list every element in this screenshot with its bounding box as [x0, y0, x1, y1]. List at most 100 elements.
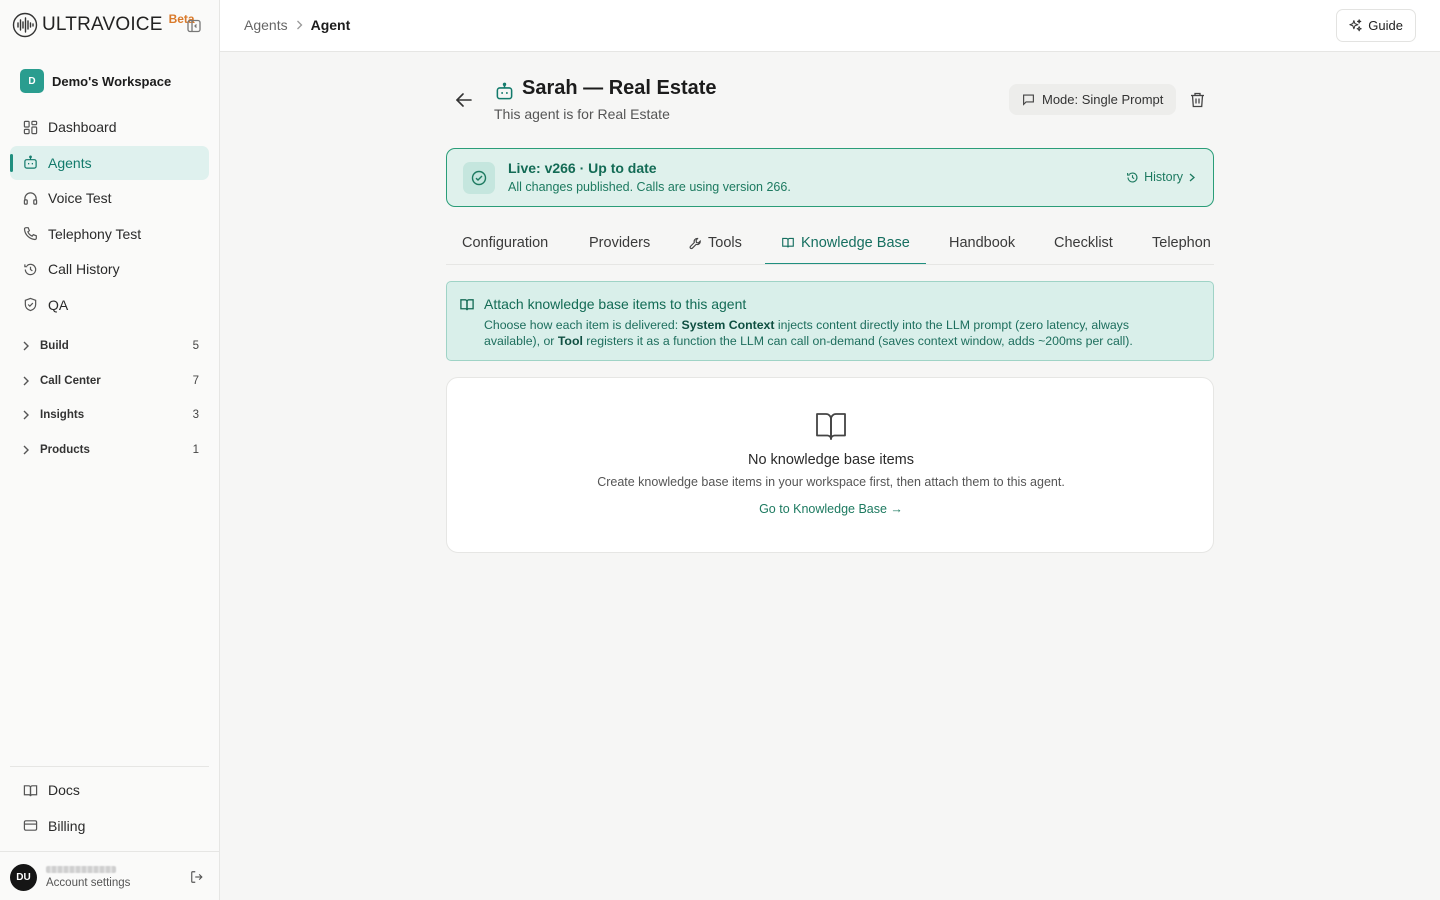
topbar: Agents Agent Guide [220, 0, 1440, 52]
trash-icon[interactable] [1188, 91, 1206, 109]
workspace-name: Demo's Workspace [52, 73, 172, 89]
kb-info-title: Attach knowledge base items to this agen… [484, 296, 747, 312]
live-status-title: Live: v266 · Up to date [508, 160, 657, 176]
nav-group-count: 3 [192, 409, 199, 422]
logout-icon[interactable] [189, 869, 205, 885]
mode-button[interactable]: Mode: Single Prompt [1009, 84, 1177, 115]
history-icon [1126, 171, 1139, 184]
nav-label-docs: Docs [48, 782, 80, 798]
nav-label-dashboard: Dashboard [48, 119, 117, 135]
bot-icon [22, 155, 38, 171]
sparkles-icon [1349, 19, 1363, 32]
empty-state-description: Create knowledge base items in your work… [597, 475, 1065, 489]
tab-label: Tools [708, 235, 742, 251]
phone-icon [22, 226, 38, 242]
history-button[interactable]: History [1126, 170, 1195, 184]
nav-group-label: Insights [40, 409, 85, 422]
tab-label: Knowledge Base [801, 234, 910, 251]
nav-group-label: Call Center [40, 374, 101, 387]
chevron-right-icon [22, 410, 32, 420]
page-subtitle: This agent is for Real Estate [494, 106, 670, 122]
nav-group-label: Products [40, 443, 90, 456]
nav-label-billing: Billing [48, 817, 86, 834]
dashboard-icon [22, 119, 38, 135]
message-square-icon [1022, 93, 1035, 106]
kb-info-callout: Attach knowledge base items to this agen… [446, 281, 1214, 361]
wrench-icon [689, 237, 702, 250]
kb-info-bold-system-context: System Context [681, 318, 775, 332]
workspace-avatar: D [20, 69, 44, 93]
breadcrumb-current: Agent [310, 17, 351, 33]
tab-tools[interactable]: Tools [673, 222, 758, 264]
chevron-right-icon [1189, 173, 1195, 182]
nav-label-call-history: Call History [48, 261, 120, 277]
chevron-right-icon [296, 20, 303, 30]
guide-label: Guide [1368, 18, 1403, 33]
bot-icon [494, 81, 514, 101]
divider [10, 766, 209, 767]
sidebar-collapse-icon[interactable] [186, 18, 202, 34]
tab-telephony[interactable]: Telephon [1136, 222, 1214, 264]
main-nav: Dashboard Agents Voice Test Telephony Te… [10, 110, 209, 323]
back-arrow-icon[interactable] [454, 90, 474, 110]
tab-knowledge-base[interactable]: Knowledge Base [765, 222, 926, 264]
tab-label: Providers [589, 235, 651, 251]
kb-info-bold-tool: Tool [557, 334, 583, 348]
book-open-icon [22, 782, 38, 798]
guide-button[interactable]: Guide [1336, 9, 1416, 42]
nav-group-count: 1 [192, 443, 199, 456]
page-title: Sarah — Real Estate [522, 77, 717, 99]
tab-configuration[interactable]: Configuration [446, 222, 564, 264]
book-open-icon [459, 297, 475, 312]
nav-group-build[interactable]: Build 5 [10, 329, 209, 364]
user-name-redacted [46, 865, 116, 873]
nav-group-label: Build [40, 340, 69, 353]
nav-group-count: 7 [192, 374, 199, 387]
kb-info-text-part: Choose how each item is delivered: [484, 318, 682, 332]
breadcrumb-agents[interactable]: Agents [244, 17, 288, 33]
nav-item-docs[interactable]: Docs [10, 773, 209, 807]
agent-tabs: Configuration Providers Tools Knowledge … [446, 222, 1214, 265]
tab-label: Checklist [1054, 235, 1113, 251]
breadcrumb: Agents Agent [244, 17, 350, 33]
bottom-nav: Docs Billing [10, 773, 209, 844]
brand-name: ULTRAVOICE [42, 14, 163, 35]
nav-item-call-history[interactable]: Call History [10, 252, 209, 286]
nav-item-telephony-test[interactable]: Telephony Test [10, 217, 209, 251]
go-to-knowledge-base-link[interactable]: Go to Knowledge Base → [447, 502, 1215, 516]
nav-label-agents: Agents [48, 154, 92, 171]
divider [0, 851, 220, 852]
nav-item-billing[interactable]: Billing [10, 809, 209, 843]
nav-label-telephony-test: Telephony Test [48, 225, 142, 242]
chevron-right-icon [22, 376, 32, 386]
agent-header: Sarah — Real Estate This agent is for Re… [446, 76, 1214, 126]
workspace-switcher[interactable]: D Demo's Workspace [20, 69, 171, 93]
user-avatar: DU [10, 863, 37, 891]
tab-handbook[interactable]: Handbook [933, 222, 1031, 264]
nav-group-call-center[interactable]: Call Center 7 [10, 364, 209, 399]
nav-item-agents[interactable]: Agents [10, 145, 209, 180]
soundwave-logo-icon [12, 12, 38, 38]
nav-group-count: 5 [192, 340, 199, 353]
shield-check-icon [22, 297, 38, 313]
tab-providers[interactable]: Providers [573, 222, 666, 264]
history-label: History [1144, 170, 1183, 184]
kb-empty-state: No knowledge base items Create knowledge… [446, 377, 1214, 553]
user-text: Account settings [46, 865, 130, 889]
nav-label-voice-test: Voice Test [48, 190, 112, 206]
book-open-icon [781, 236, 795, 249]
check-circle-icon [463, 162, 495, 194]
nav-item-dashboard[interactable]: Dashboard [10, 110, 209, 144]
nav-label-qa: QA [48, 296, 69, 313]
nav-item-voice-test[interactable]: Voice Test [10, 181, 209, 215]
mode-label: Mode: Single Prompt [1042, 92, 1164, 107]
nav-group-insights[interactable]: Insights 3 [10, 398, 209, 433]
tab-label: Telephon [1152, 235, 1211, 251]
empty-state-title: No knowledge base items [747, 452, 915, 468]
nav-group-products[interactable]: Products 1 [10, 433, 209, 468]
book-open-icon [815, 410, 847, 442]
nav-item-qa[interactable]: QA [10, 288, 209, 322]
user-account[interactable]: DU Account settings [10, 862, 209, 892]
tab-checklist[interactable]: Checklist [1038, 222, 1129, 264]
brand[interactable]: ULTRAVOICE Beta [12, 10, 195, 40]
